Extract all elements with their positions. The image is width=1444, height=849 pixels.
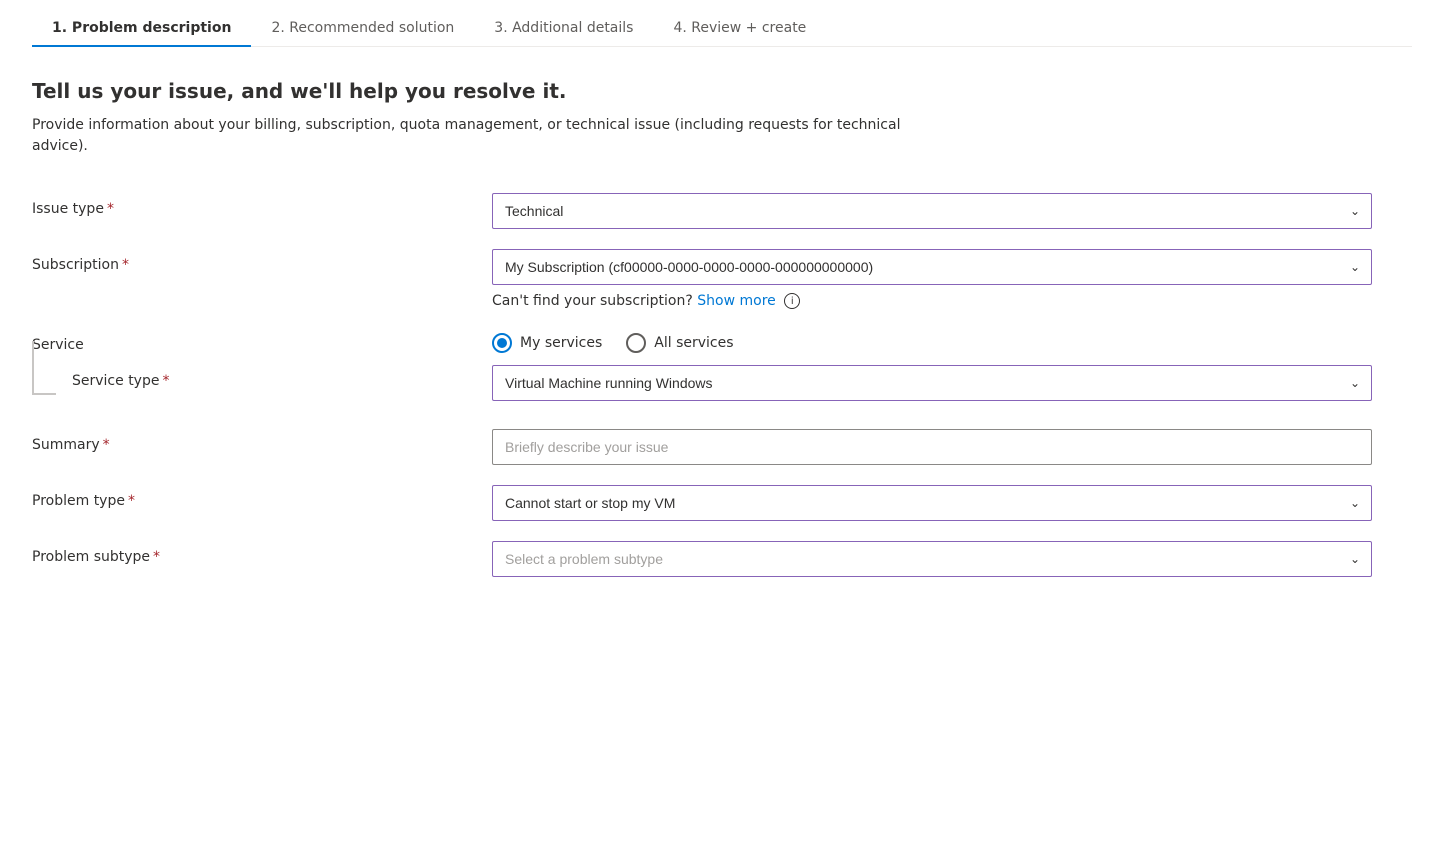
summary-required: *: [103, 437, 110, 453]
service-row: Service My services All services: [32, 329, 1412, 353]
my-services-radio-circle[interactable]: [492, 333, 512, 353]
problem-type-control: Cannot start or stop my VM ⌄: [492, 485, 1372, 521]
problem-subtype-label: Problem subtype: [32, 549, 150, 565]
service-type-select[interactable]: Virtual Machine running Windows: [492, 365, 1372, 401]
problem-subtype-control: Select a problem subtype ⌄: [492, 541, 1372, 577]
service-type-control: Virtual Machine running Windows ⌄: [492, 365, 1372, 401]
page-container: 1. Problem description 2. Recommended so…: [0, 0, 1444, 849]
service-label-col: Service: [32, 329, 492, 353]
problem-subtype-label-col: Problem subtype*: [32, 541, 492, 565]
step-1[interactable]: 1. Problem description: [32, 8, 251, 46]
problem-subtype-required: *: [153, 549, 160, 565]
form-section: Issue type* Technical ⌄ Subscription* My: [32, 193, 1412, 597]
subscription-hint-text: Can't find your subscription?: [492, 293, 693, 309]
problem-subtype-select-wrapper: Select a problem subtype ⌄: [492, 541, 1372, 577]
service-type-label-col: Service type*: [32, 365, 492, 409]
service-type-required: *: [162, 373, 169, 389]
service-label: Service: [32, 337, 84, 353]
summary-label: Summary: [32, 437, 100, 453]
summary-input[interactable]: [492, 429, 1372, 465]
service-type-select-wrapper: Virtual Machine running Windows ⌄: [492, 365, 1372, 401]
service-type-label: Service type*: [72, 365, 169, 389]
problem-type-row: Problem type* Cannot start or stop my VM…: [32, 485, 1412, 521]
service-radio-group: My services All services: [492, 329, 1372, 353]
problem-subtype-select[interactable]: Select a problem subtype: [492, 541, 1372, 577]
subscription-select-wrapper: My Subscription (cf00000-0000-0000-0000-…: [492, 249, 1372, 285]
problem-type-select-wrapper: Cannot start or stop my VM ⌄: [492, 485, 1372, 521]
issue-type-label: Issue type: [32, 201, 104, 217]
problem-type-select[interactable]: Cannot start or stop my VM: [492, 485, 1372, 521]
problem-type-label: Problem type: [32, 493, 125, 509]
my-services-label: My services: [520, 335, 602, 351]
all-services-radio-circle[interactable]: [626, 333, 646, 353]
subscription-hint: Can't find your subscription? Show more …: [492, 293, 1372, 309]
page-description: Provide information about your billing, …: [32, 115, 932, 157]
subscription-control: My Subscription (cf00000-0000-0000-0000-…: [492, 249, 1372, 309]
subscription-select[interactable]: My Subscription (cf00000-0000-0000-0000-…: [492, 249, 1372, 285]
all-services-label: All services: [654, 335, 733, 351]
my-services-option[interactable]: My services: [492, 333, 602, 353]
issue-type-select[interactable]: Technical: [492, 193, 1372, 229]
step-2[interactable]: 2. Recommended solution: [251, 8, 474, 46]
issue-type-row: Issue type* Technical ⌄: [32, 193, 1412, 229]
summary-row: Summary*: [32, 429, 1412, 465]
problem-type-label-col: Problem type*: [32, 485, 492, 509]
step-4[interactable]: 4. Review + create: [653, 8, 826, 46]
page-heading: Tell us your issue, and we'll help you r…: [32, 79, 1412, 103]
steps-bar: 1. Problem description 2. Recommended so…: [32, 0, 1412, 47]
subscription-required: *: [122, 257, 129, 273]
step-3[interactable]: 3. Additional details: [474, 8, 653, 46]
info-icon[interactable]: i: [784, 293, 800, 309]
service-type-row: Service type* Virtual Machine running Wi…: [32, 365, 1412, 409]
issue-type-required: *: [107, 201, 114, 217]
summary-label-col: Summary*: [32, 429, 492, 453]
all-services-option[interactable]: All services: [626, 333, 733, 353]
problem-type-required: *: [128, 493, 135, 509]
problem-subtype-row: Problem subtype* Select a problem subtyp…: [32, 541, 1412, 577]
subscription-row: Subscription* My Subscription (cf00000-0…: [32, 249, 1412, 309]
subscription-label-col: Subscription*: [32, 249, 492, 273]
issue-type-label-col: Issue type*: [32, 193, 492, 217]
summary-control: [492, 429, 1372, 465]
subscription-label: Subscription: [32, 257, 119, 273]
service-control: My services All services: [492, 329, 1372, 353]
issue-type-control: Technical ⌄: [492, 193, 1372, 229]
show-more-link[interactable]: Show more: [697, 293, 776, 309]
issue-type-select-wrapper: Technical ⌄: [492, 193, 1372, 229]
